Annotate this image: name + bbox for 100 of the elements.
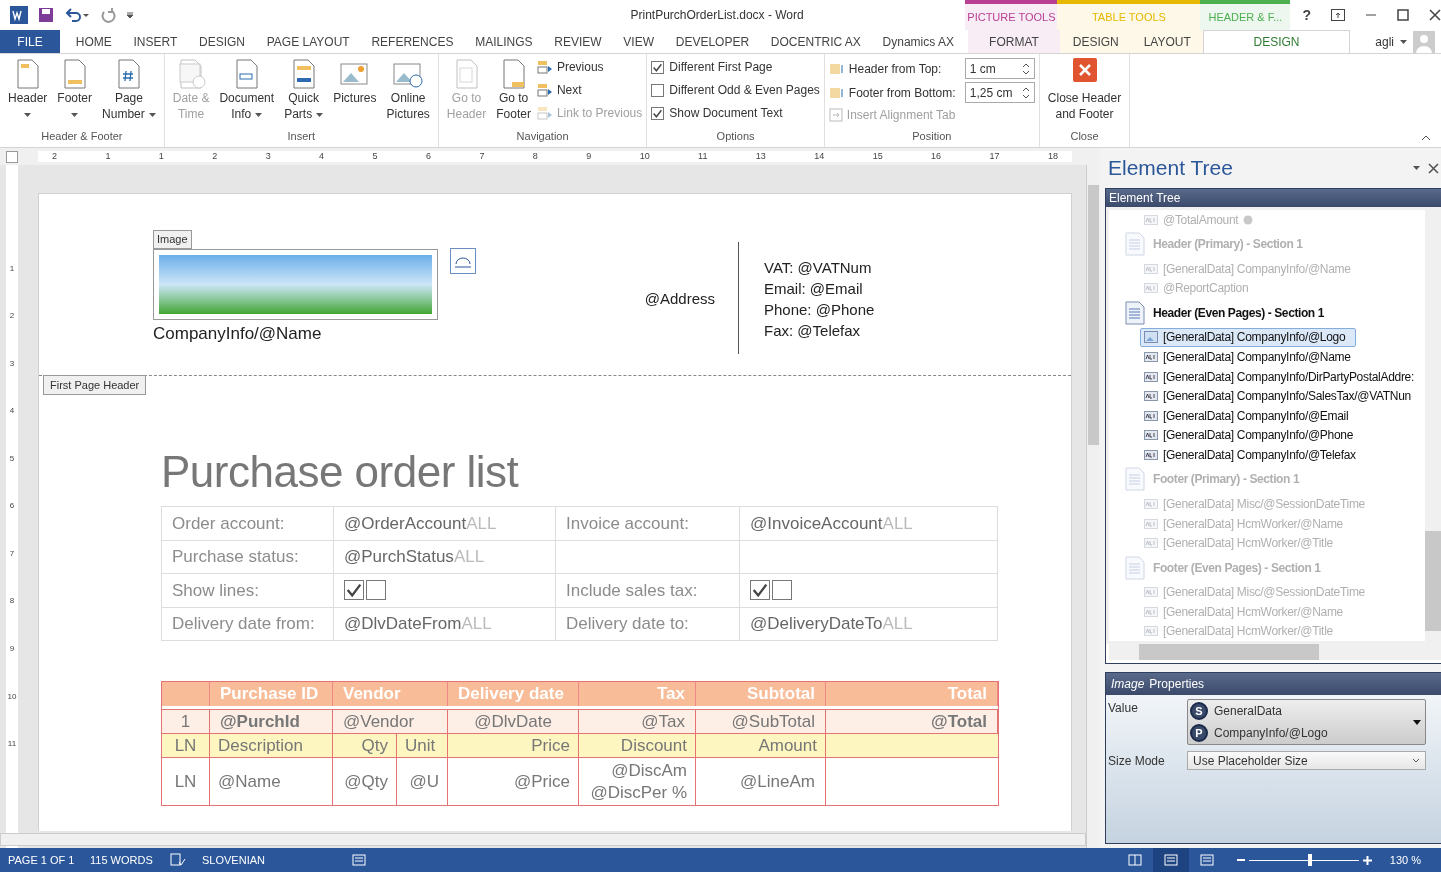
zoom-level[interactable]: 130 % xyxy=(1389,851,1421,869)
dropdown-arrow-icon xyxy=(1413,719,1421,725)
ribbon-tab[interactable]: PAGE LAYOUT xyxy=(260,30,356,53)
proofing-icon[interactable] xyxy=(170,853,186,867)
property-label: Size Mode xyxy=(1107,752,1166,770)
tree-item[interactable]: [GeneralData] CompanyInfo/@Email xyxy=(1140,406,1360,426)
text-field-icon xyxy=(1144,587,1158,598)
tree-item[interactable]: [GeneralData] CompanyInfo/@Telefax xyxy=(1140,445,1367,465)
ruler-number: 1 xyxy=(158,151,164,162)
spin-field[interactable]: 1 cm xyxy=(964,58,1035,79)
contact-line: Phone: @Phone xyxy=(764,300,876,320)
customize-caret-icon[interactable] xyxy=(126,11,134,19)
tree-item[interactable]: [GeneralData] CompanyInfo/@Logo xyxy=(1140,327,1357,347)
checkbox[interactable] xyxy=(651,83,665,97)
text-field-icon xyxy=(1144,498,1158,509)
help-button[interactable]: ? xyxy=(1302,4,1311,26)
context-tab[interactable]: DESIGN xyxy=(1203,30,1350,53)
tree-item[interactable]: [GeneralData] CompanyInfo/@Phone xyxy=(1140,425,1365,445)
checkbox[interactable] xyxy=(651,60,665,74)
ribbon-tab[interactable]: REFERENCES xyxy=(365,30,460,53)
tree-horizontal-scrollbar[interactable] xyxy=(1109,644,1441,660)
ribbon-button[interactable]: Pictures xyxy=(329,54,381,128)
tree-section[interactable]: Header (Even Pages) - Section 1 xyxy=(1109,298,1425,328)
ribbon-tab[interactable]: DOCENTRIC AX xyxy=(764,30,867,53)
alignment-tab-icon xyxy=(828,108,843,122)
ribbon-group-label: Header & Footer xyxy=(40,128,124,144)
nav-button[interactable]: Next xyxy=(536,81,643,99)
ruler-number: 4 xyxy=(319,151,325,162)
ribbon-tab[interactable]: Dynamics AX xyxy=(876,30,960,53)
spin-field[interactable]: 1,25 cm xyxy=(964,82,1035,103)
value-text: CompanyInfo/@Logo xyxy=(1214,725,1328,742)
tree-item[interactable]: [GeneralData] CompanyInfo/SalesTax/@VATNun xyxy=(1140,386,1422,406)
ribbon-button[interactable]: Online Pictures xyxy=(382,54,434,128)
close-icon[interactable] xyxy=(1428,162,1439,174)
layout-options-icon[interactable] xyxy=(450,248,476,274)
scrollbar-thumb[interactable] xyxy=(1088,185,1099,445)
ribbon-tab[interactable]: HOME xyxy=(69,30,118,53)
image-icon xyxy=(1144,331,1158,344)
close-icon[interactable] xyxy=(1429,9,1441,21)
panel-header: Image Properties xyxy=(1106,673,1441,695)
book-icon xyxy=(1127,854,1142,866)
ribbon-button[interactable]: Page Number xyxy=(98,54,160,128)
maximize-icon[interactable] xyxy=(1397,9,1409,21)
checkbox[interactable] xyxy=(366,580,386,601)
save-icon[interactable] xyxy=(38,7,54,23)
ruler-number: 9 xyxy=(586,151,592,162)
image-frame[interactable] xyxy=(153,248,438,320)
redo-icon[interactable] xyxy=(100,7,116,23)
table-cell: Amount xyxy=(696,733,826,757)
user-name[interactable]: agli xyxy=(1375,32,1394,51)
tree-item[interactable]: [GeneralData] CompanyInfo/DirPartyPostalAddre: xyxy=(1140,367,1425,387)
checkbox[interactable] xyxy=(750,580,770,601)
close-header-footer-button[interactable]: Close Header and Footer xyxy=(1043,54,1126,128)
horizontal-ruler[interactable]: 2 1 1 2 3 4 5 6 7 8 9 10 11 13 14 15 16 17 18 xyxy=(38,151,1072,162)
ribbon-button[interactable]: Quick Parts xyxy=(280,54,328,128)
tab-stop-selector-icon[interactable] xyxy=(6,150,18,163)
value-text: GeneralData xyxy=(1214,703,1283,720)
ribbon-button[interactable]: Document Info xyxy=(215,54,279,128)
ruler-number: 14 xyxy=(814,151,825,162)
ribbon-tab[interactable]: INSERT xyxy=(127,30,184,53)
scrollbar-thumb[interactable] xyxy=(1425,531,1441,631)
size-mode-select[interactable]: Use Placeholder Size xyxy=(1187,751,1426,770)
value-dropdown[interactable]: S GeneralData P CompanyInfo/@Logo xyxy=(1187,699,1426,745)
spin-arrows-icon[interactable] xyxy=(1021,85,1030,100)
ribbon-tab[interactable]: REVIEW xyxy=(548,30,608,53)
spin-arrows-icon[interactable] xyxy=(1021,61,1030,76)
table-cell: Discount xyxy=(579,733,696,757)
collapse-ribbon-icon[interactable] xyxy=(1421,135,1431,141)
ribbon-tab[interactable]: MAILINGS xyxy=(469,30,539,53)
column-header: Subtotal xyxy=(696,682,826,706)
zoom-slider[interactable] xyxy=(1248,853,1359,867)
checkbox[interactable] xyxy=(772,580,792,601)
checkbox[interactable] xyxy=(651,106,665,120)
zoom-out-icon[interactable] xyxy=(1236,856,1245,864)
text-field-icon xyxy=(1144,214,1158,225)
ribbon-button[interactable]: Header xyxy=(4,54,52,128)
context-tab[interactable]: LAYOUT xyxy=(1131,30,1203,53)
nav-button[interactable]: Previous xyxy=(536,58,643,76)
ribbon-tab[interactable]: DEVELOPER xyxy=(669,30,756,53)
ribbon-tab[interactable]: FILE xyxy=(0,30,60,53)
undo-icon[interactable] xyxy=(64,7,90,23)
word-count[interactable]: 115 WORDS xyxy=(90,851,170,869)
vertical-ruler[interactable]: 1 2 3 4 5 6 7 8 9 10 11 xyxy=(6,165,18,848)
badge-letter: S xyxy=(1190,702,1208,720)
zoom-in-icon[interactable] xyxy=(1362,855,1372,865)
context-tab[interactable]: FORMAT xyxy=(968,30,1060,53)
ribbon-tab[interactable]: DESIGN xyxy=(193,30,251,53)
horizontal-scrollbar[interactable] xyxy=(0,833,1086,846)
zoom-thumb[interactable] xyxy=(1308,854,1313,866)
ribbon-button[interactable]: Footer xyxy=(53,54,97,128)
language[interactable]: SLOVENIAN xyxy=(202,851,352,869)
ribbon-tab[interactable]: VIEW xyxy=(617,30,660,53)
page-count[interactable]: PAGE 1 OF 1 xyxy=(0,851,90,869)
ribbon-display-icon[interactable] xyxy=(1331,9,1345,21)
tree-item[interactable]: [GeneralData] CompanyInfo/@Name xyxy=(1140,347,1362,367)
scrollbar-thumb[interactable] xyxy=(1139,644,1319,660)
checkbox[interactable] xyxy=(344,580,364,601)
ribbon-button[interactable]: Go to Footer xyxy=(492,54,535,128)
view-button[interactable] xyxy=(1152,848,1189,872)
context-tab[interactable]: DESIGN xyxy=(1060,30,1132,53)
